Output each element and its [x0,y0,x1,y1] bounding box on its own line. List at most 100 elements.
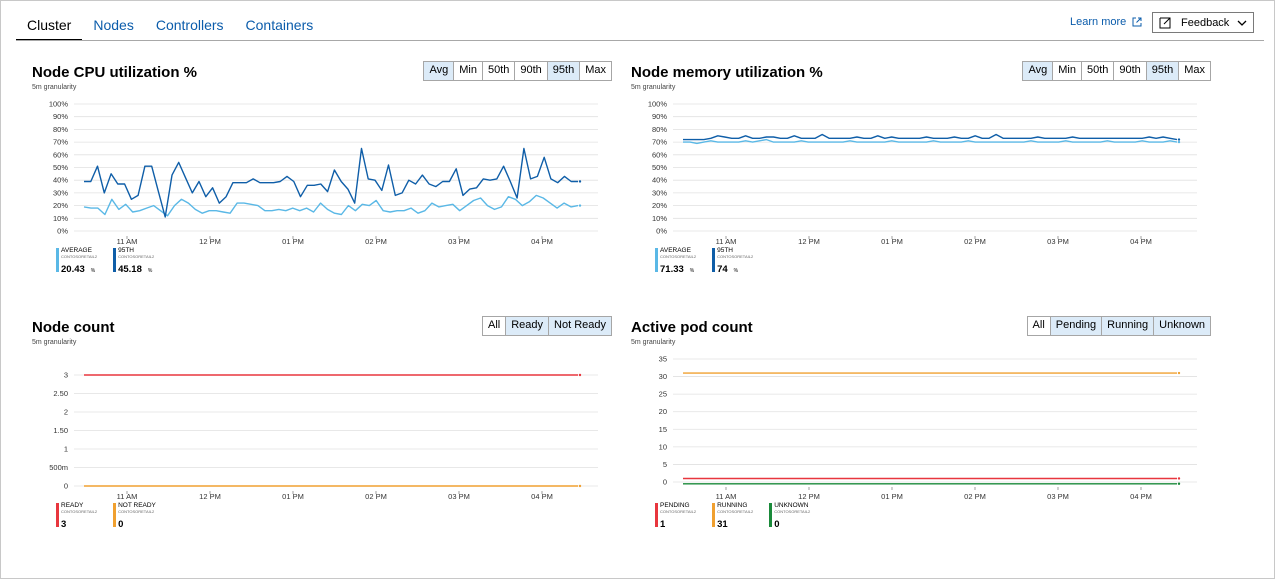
legend-swatch [769,503,773,527]
legend-sub: CONTOSORETAIL2 [118,254,155,259]
nodes-ready-button[interactable]: Ready [506,317,550,335]
chevron-down-icon [1237,20,1247,26]
legend-sub: CONTOSORETAIL2 [660,254,697,259]
series-end-point [578,180,582,183]
legend-item-average: AVERAGE CONTOSORETAIL2 71.33% [655,247,697,275]
nodes-granularity: 5m granularity [32,339,77,346]
memory-90th-button[interactable]: 90th [1114,62,1147,80]
legend-item-running: RUNNING CONTOSORETAIL2 31 [712,502,753,530]
pod-count-line-chart: 0 5 10 15 20 25 30 35 11 AM 12 PM 01 PM 02 PM 03 PM 0… [659,355,1197,501]
x-tick-label: 04 PM [531,237,553,246]
tab-cluster[interactable]: Cluster [16,8,83,41]
x-tick-label: 11 AM [716,492,737,501]
y-tick-label: 50% [652,163,667,172]
series-line-95th [84,147,578,218]
y-tick-label: 25 [659,390,667,399]
pods-all-button[interactable]: All [1027,317,1051,335]
x-tick-label: 02 PM [964,492,986,501]
y-tick-label: 60% [53,150,68,159]
memory-granularity: 5m granularity [631,84,676,91]
memory-legend: AVERAGE CONTOSORETAIL2 71.33% 95TH CONTO… [655,247,754,275]
x-tick-label: 04 PM [531,492,553,501]
feedback-label: Feedback [1181,16,1230,29]
memory-min-button[interactable]: Min [1053,62,1082,80]
y-tick-label: 30 [659,372,667,381]
memory-50th-button[interactable]: 50th [1081,62,1115,80]
legend-name: AVERAGE [660,247,691,254]
learn-more-link[interactable]: Learn more [1070,16,1142,28]
pods-unknown-button[interactable]: Unknown [1154,317,1210,335]
pods-pending-button[interactable]: Pending [1050,317,1103,335]
legend-sub: CONTOSORETAIL2 [717,254,754,259]
y-tick-label: 60% [652,150,667,159]
y-tick-label: 3 [64,371,68,380]
x-tick-label: 12 PM [798,237,820,246]
nodes-legend: READY CONTOSORETAIL2 3 NOT READY CONTOSO… [56,502,156,530]
tab-divider [16,40,1264,41]
y-tick-label: 10% [53,214,68,223]
memory-95th-button[interactable]: 95th [1146,62,1180,80]
cpu-95th-button[interactable]: 95th [547,62,581,80]
x-tick-label: 01 PM [282,237,304,246]
legend-swatch [113,503,117,527]
y-tick-label: 90% [652,112,667,121]
legend-name: 95TH [717,247,733,254]
y-tick-label: 1 [64,445,68,454]
nodes-all-button[interactable]: All [482,317,507,335]
legend-name: RUNNING [717,502,748,509]
legend-name: UNKNOWN [774,502,809,509]
cpu-max-button[interactable]: Max [580,62,611,80]
feedback-dropdown[interactable]: Feedback [1152,12,1254,33]
y-tick-label: 2.50 [53,389,68,398]
pods-panel-title: Active pod count [631,319,753,336]
legend-swatch [113,248,117,272]
x-tick-label: 12 PM [199,237,221,246]
nodes-not-ready-button[interactable]: Not Ready [549,317,611,335]
memory-max-button[interactable]: Max [1179,62,1210,80]
tab-containers[interactable]: Containers [235,8,325,41]
cpu-aggregation-buttons: Avg Min 50th 90th 95th Max [423,61,612,81]
tab-controllers[interactable]: Controllers [145,8,235,41]
series-end-point [1177,371,1181,375]
cpu-utilization-panel: Node CPU utilization % 5m granularity Av… [32,61,612,299]
legend-unit: % [90,268,96,274]
legend-value: 74 [717,264,728,275]
legend-value: 45.18 [118,264,142,275]
cpu-90th-button[interactable]: 90th [515,62,548,80]
legend-item-95th: 95TH CONTOSORETAIL2 45.18% [113,247,155,275]
legend-swatch [56,248,59,272]
pods-running-button[interactable]: Running [1102,317,1155,335]
legend-value: 20.43 [61,264,85,275]
legend-name: READY [61,502,84,509]
feedback-icon [1159,17,1171,28]
legend-value: 0 [774,519,780,530]
x-tick-label: 03 PM [1047,492,1069,501]
legend-value: 0 [118,519,124,530]
series-end-point [1177,138,1181,141]
y-tick-label: 15 [659,425,667,434]
y-tick-label: 50% [53,163,68,172]
series-end-point [578,484,582,488]
cpu-granularity: 5m granularity [32,84,77,91]
tab-nodes[interactable]: Nodes [82,8,144,41]
memory-avg-button[interactable]: Avg [1023,62,1054,80]
cpu-avg-button[interactable]: Avg [424,62,455,80]
cpu-min-button[interactable]: Min [454,62,483,80]
legend-value: 1 [660,519,666,530]
legend-name: 95TH [118,247,134,254]
y-tick-label: 40% [652,176,667,185]
memory-utilization-panel: Node memory utilization % 5m granularity… [631,61,1211,299]
legend-swatch [712,503,716,527]
legend-item-ready: READY CONTOSORETAIL2 3 [56,502,98,530]
y-tick-label: 100% [49,100,69,109]
legend-sub: CONTOSORETAIL2 [61,509,98,514]
pods-granularity: 5m granularity [631,339,676,346]
x-tick-label: 04 PM [1130,237,1152,246]
y-tick-label: 0 [663,478,667,487]
x-tick-label: 03 PM [448,237,470,246]
cpu-panel-title: Node CPU utilization % [32,64,197,81]
cpu-50th-button[interactable]: 50th [482,62,516,80]
active-pod-count-panel: Active pod count 5m granularity All Pend… [631,316,1211,554]
legend-item-pending: PENDING CONTOSORETAIL2 1 [655,502,696,530]
x-tick-label: 01 PM [881,237,903,246]
